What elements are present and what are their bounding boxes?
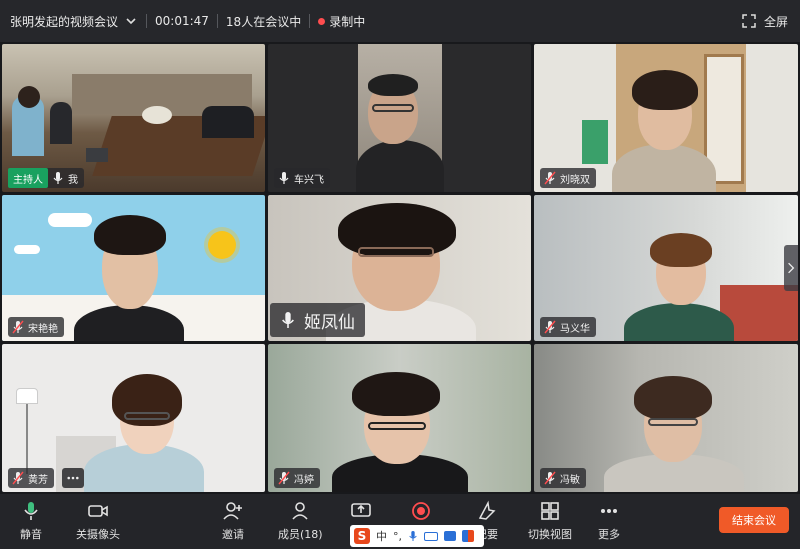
participant-name: 姬凤仙 (304, 312, 355, 333)
microphone-muted-icon (544, 320, 556, 334)
participant-name: 刘晓双 (560, 174, 590, 186)
members-button[interactable]: 成员(18) (278, 500, 323, 542)
participant-nametag: 车兴飞 (274, 168, 330, 188)
participant-nametag: 冯敏 (540, 468, 586, 488)
chevron-right-icon (788, 262, 795, 274)
participant-nametag: 主持人 我 (8, 168, 84, 188)
grid-view-icon (541, 502, 559, 520)
fullscreen-button[interactable]: 全屏 (742, 0, 788, 42)
meeting-duration: 00:01:47 (155, 14, 209, 28)
ime-toolbar[interactable]: S 中 °, (350, 525, 484, 547)
minutes-icon (478, 500, 496, 520)
video-tile-participant[interactable]: 冯婷 (268, 344, 531, 492)
share-screen-icon (351, 503, 371, 517)
fullscreen-label: 全屏 (763, 14, 788, 29)
microphone-icon (24, 502, 38, 520)
participant-nametag: 冯婷 (274, 468, 320, 488)
microphone-icon[interactable] (408, 530, 418, 542)
video-grid: 主持人 我 车兴飞 刘晓双 宋艳艳 姬凤仙 马义华 黄芳 冯婷 冯敏 (0, 42, 800, 494)
punctuation-icon[interactable]: °, (393, 530, 402, 543)
mute-button[interactable]: 静音 (20, 500, 42, 542)
fullscreen-icon (742, 14, 756, 28)
participant-nametag: 姬凤仙 (270, 303, 365, 337)
keyboard-icon[interactable] (424, 531, 438, 541)
recording-dot-icon (318, 17, 326, 25)
participant-name: 宋艳艳 (28, 323, 58, 335)
camera-label: 关摄像头 (76, 528, 120, 541)
divider (146, 14, 148, 28)
invite-button[interactable]: 邀请 (222, 500, 244, 542)
microphone-muted-icon (544, 471, 556, 485)
more-button[interactable]: 更多 (598, 500, 620, 542)
share-screen-button[interactable] (350, 500, 372, 522)
participant-name: 马义华 (560, 323, 590, 335)
divider (309, 14, 311, 28)
video-tile-participant[interactable]: 宋艳艳 (2, 195, 265, 341)
top-bar: 张明发起的视频会议 00:01:47 18人在会议中 录制中 全屏 (0, 0, 800, 42)
camera-icon (88, 505, 108, 517)
microphone-muted-icon (12, 471, 24, 485)
next-page-button[interactable] (784, 245, 798, 291)
switch-view-label: 切换视图 (528, 528, 572, 541)
mute-label: 静音 (20, 528, 42, 541)
microphone-muted-icon (278, 471, 290, 485)
switch-view-button[interactable]: 切换视图 (528, 500, 572, 542)
record-icon (412, 502, 430, 520)
microphone-icon (279, 172, 289, 184)
end-meeting-button[interactable]: 结束会议 (719, 507, 789, 533)
meeting-title: 张明发起的视频会议 (10, 14, 119, 29)
chevron-down-icon (126, 18, 136, 25)
recording-status: 录制中 (318, 13, 365, 30)
participants-count[interactable]: 18人在会议中 (226, 13, 301, 30)
more-dots-icon (601, 509, 617, 513)
invite-label: 邀请 (222, 528, 244, 541)
members-label: 成员(18) (278, 528, 323, 541)
microphone-muted-icon (544, 171, 556, 185)
participant-nametag: 刘晓双 (540, 168, 596, 188)
recording-label: 录制中 (329, 14, 366, 29)
skin-icon[interactable] (444, 531, 456, 541)
participant-nametag: 宋艳艳 (8, 317, 64, 337)
microphone-muted-icon (12, 320, 24, 334)
more-label: 更多 (598, 528, 620, 541)
camera-toggle-button[interactable]: 关摄像头 (76, 500, 120, 542)
microphone-icon (282, 312, 294, 328)
participant-name: 我 (68, 174, 78, 186)
record-button[interactable] (410, 500, 432, 522)
video-tile-me[interactable]: 主持人 我 (2, 44, 265, 192)
ime-mode[interactable]: 中 (376, 528, 387, 544)
divider (216, 14, 218, 28)
microphone-icon (53, 172, 63, 184)
tile-more-button[interactable] (62, 468, 84, 488)
participant-name: 车兴飞 (294, 174, 324, 186)
video-tile-participant[interactable]: 马义华 (534, 195, 798, 341)
video-tile-participant[interactable]: 车兴飞 (268, 44, 531, 192)
participant-nametag: 马义华 (540, 317, 596, 337)
meeting-title-dropdown[interactable]: 张明发起的视频会议 (0, 13, 138, 30)
members-icon (292, 502, 308, 520)
video-tile-participant[interactable]: 黄芳 (2, 344, 265, 492)
more-dots-icon (67, 476, 79, 480)
toolbox-icon[interactable] (462, 530, 474, 542)
ime-logo: S (354, 528, 370, 544)
participant-name: 冯婷 (294, 474, 314, 486)
add-user-icon (223, 502, 242, 520)
participant-name: 黄芳 (28, 474, 48, 486)
participant-nametag: 黄芳 (8, 468, 54, 488)
participant-name: 冯敏 (560, 474, 580, 486)
video-tile-active-speaker[interactable]: 姬凤仙 (268, 195, 531, 341)
video-tile-participant[interactable]: 冯敏 (534, 344, 798, 492)
video-tile-participant[interactable]: 刘晓双 (534, 44, 798, 192)
host-badge: 主持人 (8, 168, 48, 188)
